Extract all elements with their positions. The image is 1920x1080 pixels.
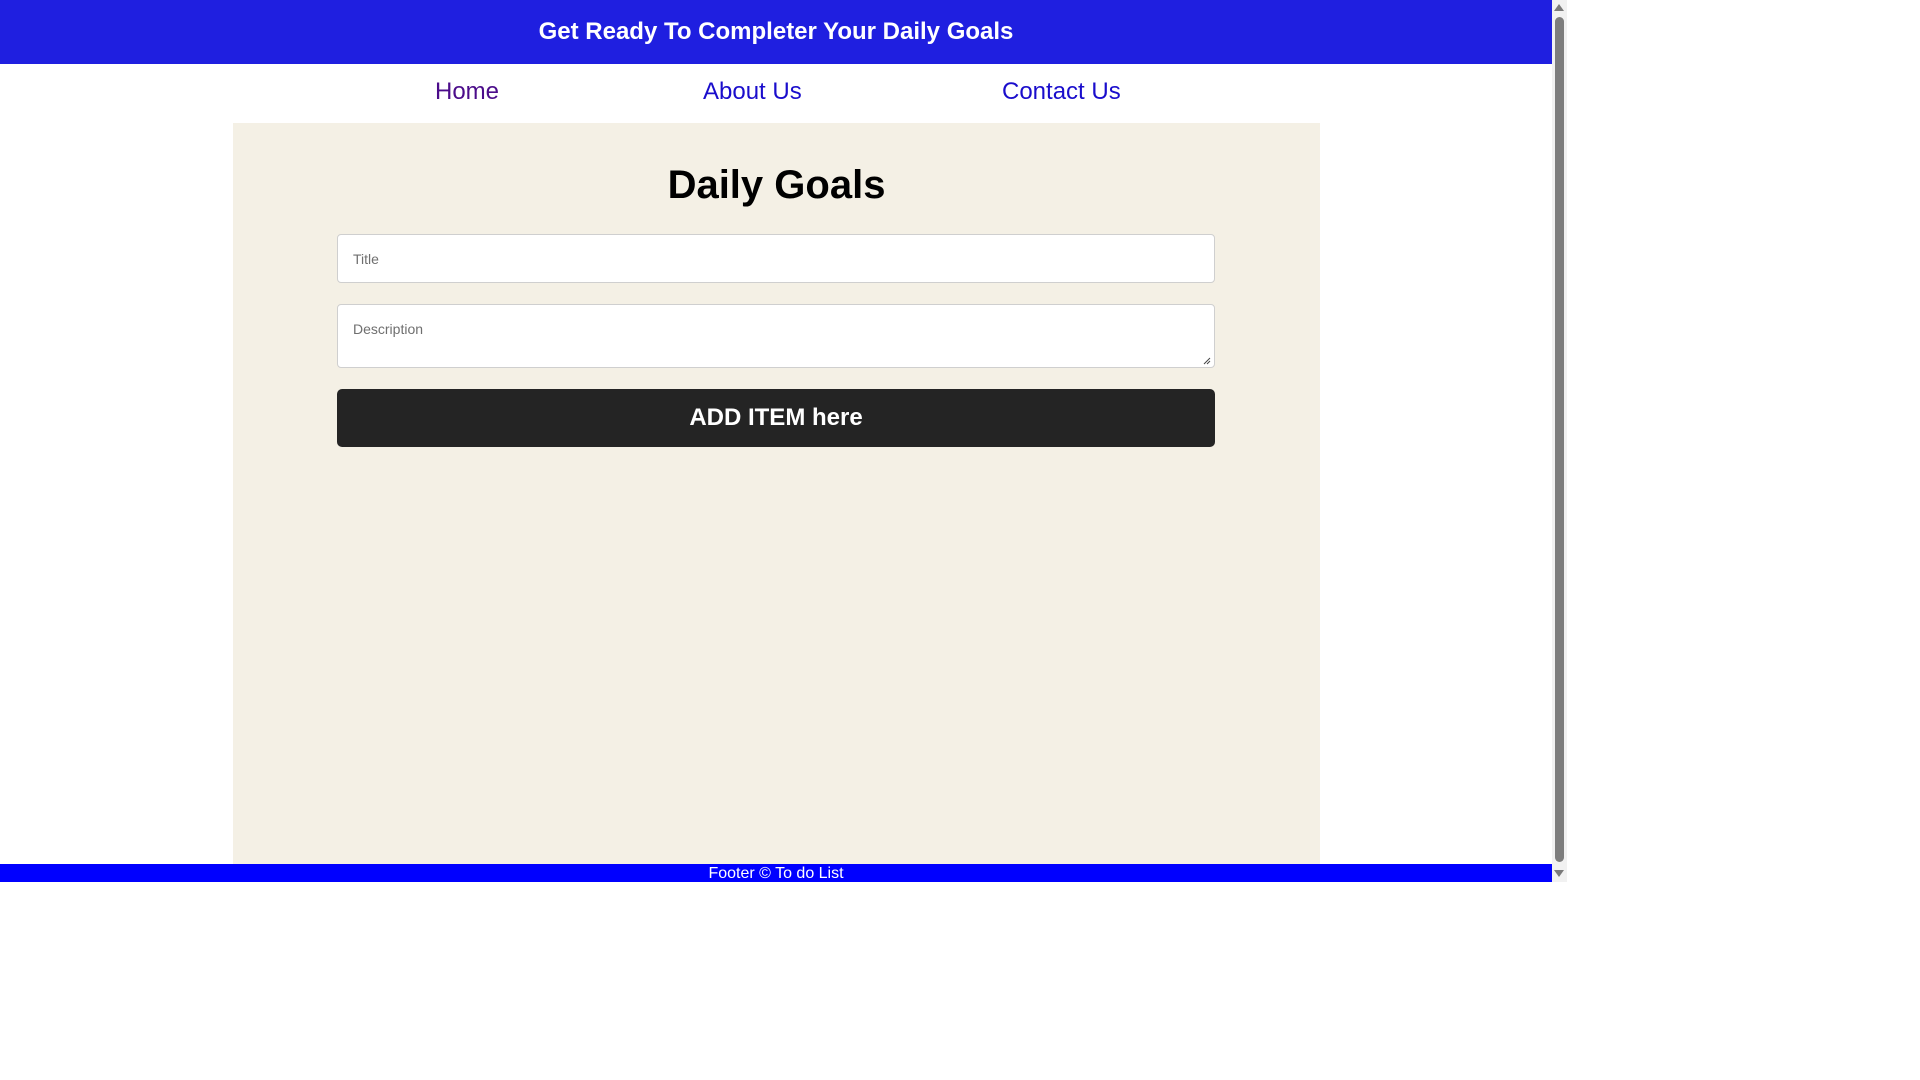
main-nav: Home About Us Contact Us xyxy=(0,64,1552,123)
top-header-bar: Get Ready To Completer Your Daily Goals xyxy=(0,0,1552,64)
resize-handle-icon[interactable] xyxy=(1203,357,1211,365)
header-title: Get Ready To Completer Your Daily Goals xyxy=(538,18,1014,45)
nav-link-about-us[interactable]: About Us xyxy=(703,78,802,106)
nav-link-home[interactable]: Home xyxy=(435,78,499,106)
add-item-button[interactable]: ADD ITEM here xyxy=(337,389,1215,447)
description-textarea[interactable] xyxy=(337,304,1215,368)
nav-link-contact-us[interactable]: Contact Us xyxy=(1002,78,1121,106)
title-input[interactable] xyxy=(337,234,1215,283)
scroll-up-arrow-icon[interactable] xyxy=(1554,4,1564,11)
page-title: Daily Goals xyxy=(667,163,886,207)
footer-text: Footer © To do List xyxy=(708,865,844,882)
vertical-scrollbar[interactable] xyxy=(1552,0,1567,882)
main-content-panel: Daily Goals ADD ITEM here xyxy=(233,123,1320,864)
page-footer: Footer © To do List xyxy=(0,864,1552,882)
scrollbar-thumb[interactable] xyxy=(1555,17,1564,862)
scroll-down-arrow-icon[interactable] xyxy=(1554,870,1564,877)
